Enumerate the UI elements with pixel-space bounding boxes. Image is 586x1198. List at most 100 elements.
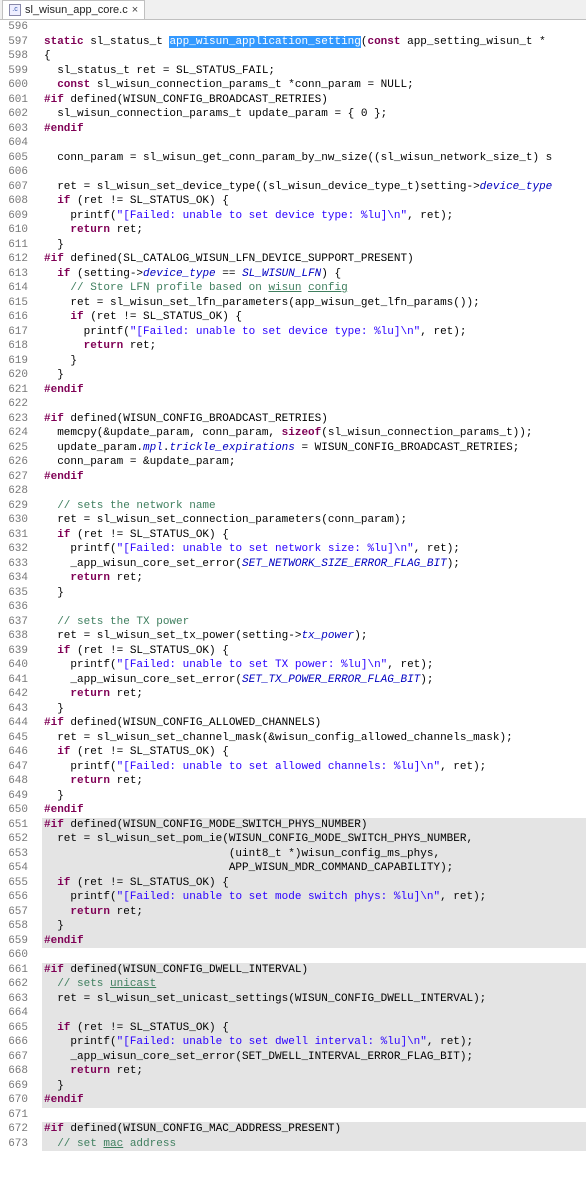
code-line[interactable]: // sets unicast (42, 977, 586, 992)
code-line[interactable]: // set mac address (42, 1137, 586, 1152)
code-line[interactable]: if (setting->device_type == SL_WISUN_LFN… (42, 267, 586, 282)
code-line[interactable]: #endif (42, 470, 586, 485)
code-line[interactable]: printf("[Failed: unable to set TX power:… (42, 658, 586, 673)
code-line[interactable]: #endif (42, 383, 586, 398)
marker-slot (34, 1108, 42, 1123)
code-line[interactable]: #endif (42, 803, 586, 818)
code-line[interactable] (42, 948, 586, 963)
code-line[interactable]: ret = sl_wisun_set_connection_parameters… (42, 513, 586, 528)
code-line[interactable]: if (ret != SL_STATUS_OK) { (42, 876, 586, 891)
code-line[interactable]: ret = sl_wisun_set_channel_mask(&wisun_c… (42, 731, 586, 746)
code-line[interactable] (42, 165, 586, 180)
code-line[interactable]: } (42, 354, 586, 369)
code-line[interactable]: if (ret != SL_STATUS_OK) { (42, 745, 586, 760)
code-line[interactable]: } (42, 238, 586, 253)
code-line[interactable] (42, 484, 586, 499)
marker-slot (34, 325, 42, 340)
code-line[interactable]: } (42, 368, 586, 383)
code-line[interactable]: } (42, 919, 586, 934)
marker-slot (34, 687, 42, 702)
marker-slot (34, 702, 42, 717)
code-line[interactable]: ret = sl_wisun_set_device_type((sl_wisun… (42, 180, 586, 195)
code-line[interactable] (42, 136, 586, 151)
marker-slot (34, 354, 42, 369)
code-line[interactable]: _app_wisun_core_set_error(SET_TX_POWER_E… (42, 673, 586, 688)
code-line[interactable]: const sl_wisun_connection_params_t *conn… (42, 78, 586, 93)
code-line[interactable]: return ret; (42, 774, 586, 789)
code-line[interactable]: #if defined(WISUN_CONFIG_BROADCAST_RETRI… (42, 93, 586, 108)
code-line[interactable]: return ret; (42, 687, 586, 702)
code-line[interactable]: ret = sl_wisun_set_pom_ie(WISUN_CONFIG_M… (42, 832, 586, 847)
code-line[interactable]: _app_wisun_core_set_error(SET_NETWORK_SI… (42, 557, 586, 572)
code-line[interactable]: printf("[Failed: unable to set allowed c… (42, 760, 586, 775)
code-line[interactable]: if (ret != SL_STATUS_OK) { (42, 310, 586, 325)
code-line[interactable]: printf("[Failed: unable to set network s… (42, 542, 586, 557)
code-line[interactable]: memcpy(&update_param, conn_param, sizeof… (42, 426, 586, 441)
code-line[interactable]: #if defined(WISUN_CONFIG_DWELL_INTERVAL) (42, 963, 586, 978)
code-line[interactable]: _app_wisun_core_set_error(SET_DWELL_INTE… (42, 1050, 586, 1065)
line-number: 620 (4, 368, 28, 383)
code-line[interactable]: ret = sl_wisun_set_lfn_parameters(app_wi… (42, 296, 586, 311)
code-line[interactable]: } (42, 702, 586, 717)
code-area[interactable]: static sl_status_t app_wisun_application… (42, 20, 586, 1151)
code-line[interactable]: #if defined(WISUN_CONFIG_MAC_ADDRESS_PRE… (42, 1122, 586, 1137)
marker-slot (34, 513, 42, 528)
code-line[interactable]: update_param.mpl.trickle_expirations = W… (42, 441, 586, 456)
code-line[interactable]: sl_wisun_connection_params_t update_para… (42, 107, 586, 122)
code-line[interactable]: if (ret != SL_STATUS_OK) { (42, 528, 586, 543)
code-line[interactable]: // Store LFN profile based on wisun conf… (42, 281, 586, 296)
line-number: 599 (4, 64, 28, 79)
code-editor[interactable]: 5965975985996006016026036046056066076086… (0, 20, 586, 1151)
code-line[interactable]: APP_WISUN_MDR_COMMAND_CAPABILITY); (42, 861, 586, 876)
code-line[interactable]: printf("[Failed: unable to set mode swit… (42, 890, 586, 905)
line-number: 659 (4, 934, 28, 949)
code-line[interactable]: ret = sl_wisun_set_unicast_settings(WISU… (42, 992, 586, 1007)
code-line[interactable] (42, 1006, 586, 1021)
code-line[interactable]: } (42, 789, 586, 804)
code-line[interactable]: #endif (42, 122, 586, 137)
code-line[interactable]: ret = sl_wisun_set_tx_power(setting->tx_… (42, 629, 586, 644)
code-line[interactable]: // sets the TX power (42, 615, 586, 630)
code-line[interactable]: printf("[Failed: unable to set device ty… (42, 325, 586, 340)
line-number: 632 (4, 542, 28, 557)
line-number: 669 (4, 1079, 28, 1094)
code-line[interactable] (42, 397, 586, 412)
line-number: 596 (4, 20, 28, 35)
code-line[interactable]: #endif (42, 1093, 586, 1108)
code-line[interactable]: } (42, 1079, 586, 1094)
code-line[interactable]: #endif (42, 934, 586, 949)
line-number: 648 (4, 774, 28, 789)
code-line[interactable]: return ret; (42, 339, 586, 354)
code-line[interactable]: conn_param = sl_wisun_get_conn_param_by_… (42, 151, 586, 166)
code-line[interactable] (42, 600, 586, 615)
marker-slot (34, 934, 42, 949)
code-line[interactable]: // sets the network name (42, 499, 586, 514)
line-number: 661 (4, 963, 28, 978)
close-icon[interactable]: × (132, 5, 138, 16)
code-line[interactable]: #if defined(WISUN_CONFIG_ALLOWED_CHANNEL… (42, 716, 586, 731)
code-line[interactable]: #if defined(WISUN_CONFIG_MODE_SWITCH_PHY… (42, 818, 586, 833)
marker-slot (34, 586, 42, 601)
code-line[interactable] (42, 1108, 586, 1123)
code-line[interactable]: } (42, 586, 586, 601)
code-line[interactable]: return ret; (42, 905, 586, 920)
code-line[interactable]: if (ret != SL_STATUS_OK) { (42, 1021, 586, 1036)
code-line[interactable]: printf("[Failed: unable to set device ty… (42, 209, 586, 224)
editor-tab-active[interactable]: .c sl_wisun_app_core.c × (2, 0, 145, 19)
code-line[interactable]: printf("[Failed: unable to set dwell int… (42, 1035, 586, 1050)
code-line[interactable]: #if defined(WISUN_CONFIG_BROADCAST_RETRI… (42, 412, 586, 427)
code-line[interactable]: sl_status_t ret = SL_STATUS_FAIL; (42, 64, 586, 79)
line-number: 633 (4, 557, 28, 572)
code-line[interactable]: #if defined(SL_CATALOG_WISUN_LFN_DEVICE_… (42, 252, 586, 267)
code-line[interactable]: (uint8_t *)wisun_config_ms_phys, (42, 847, 586, 862)
code-line[interactable] (42, 20, 586, 35)
code-line[interactable]: return ret; (42, 223, 586, 238)
code-line[interactable]: conn_param = &update_param; (42, 455, 586, 470)
code-line[interactable]: return ret; (42, 1064, 586, 1079)
marker-slot (34, 847, 42, 862)
code-line[interactable]: if (ret != SL_STATUS_OK) { (42, 194, 586, 209)
code-line[interactable]: static sl_status_t app_wisun_application… (42, 35, 586, 50)
code-line[interactable]: if (ret != SL_STATUS_OK) { (42, 644, 586, 659)
code-line[interactable]: return ret; (42, 571, 586, 586)
code-line[interactable]: { (42, 49, 586, 64)
